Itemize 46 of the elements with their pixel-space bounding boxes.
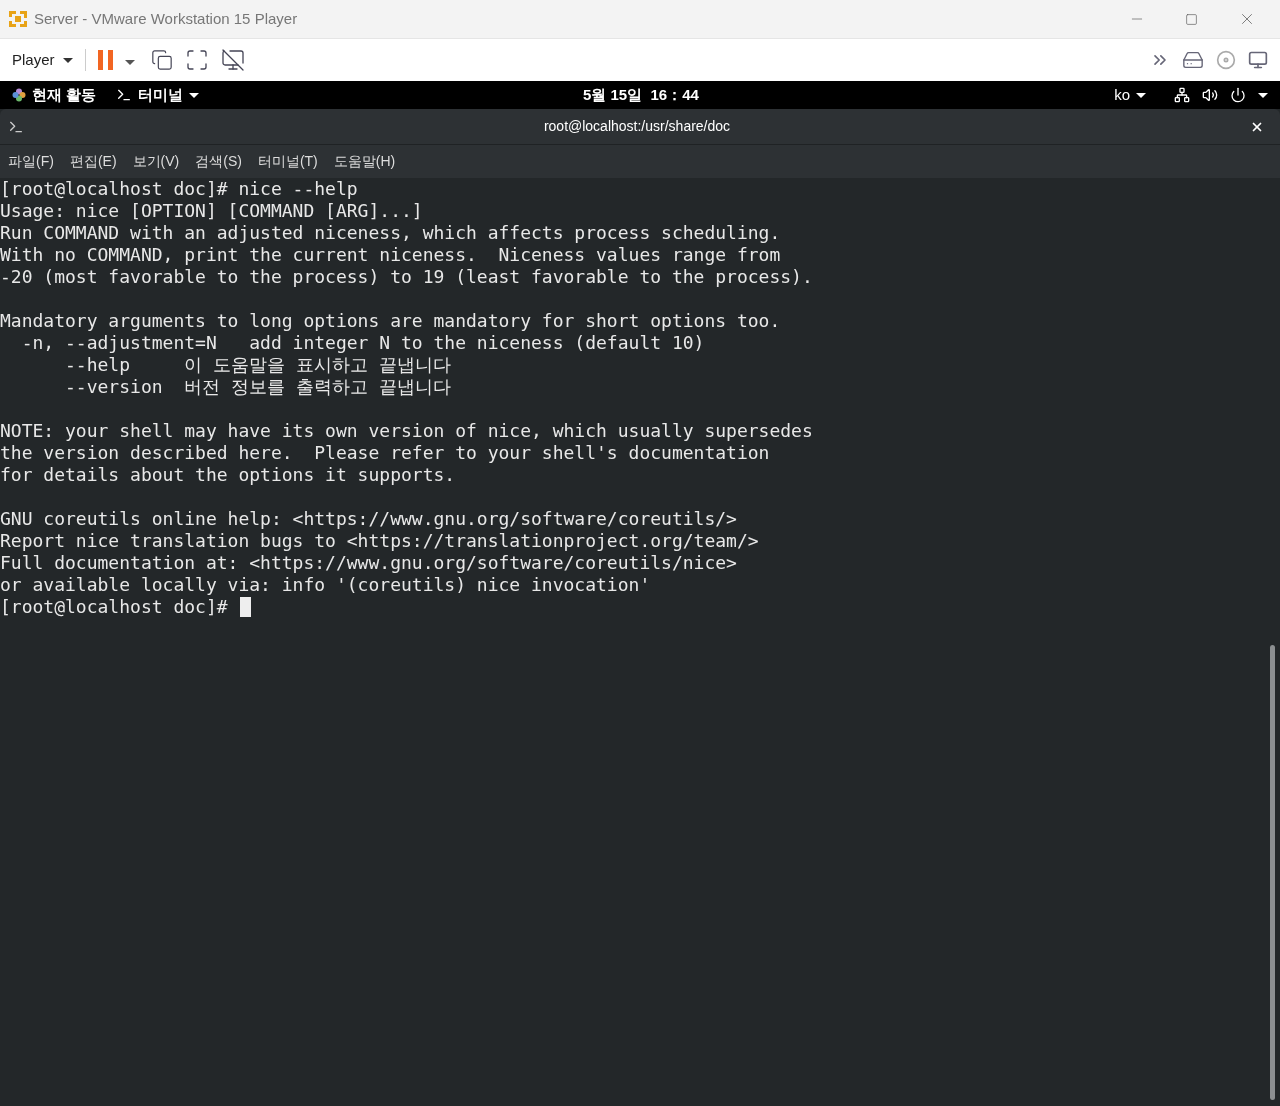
terminal-icon <box>116 87 133 103</box>
fullscreen-icon[interactable] <box>184 48 209 72</box>
menu-item[interactable]: 보기(V) <box>132 151 180 172</box>
terminal-line: GNU coreutils online help: <https://www.gnu.org/software/coreutils/> <box>0 508 737 530</box>
menu-item[interactable]: 도움말(H) <box>333 151 396 172</box>
terminal-line: [root@localhost doc]# nice --help <box>0 178 358 200</box>
terminal-title: root@localhost:/usr/share/doc <box>543 117 731 136</box>
terminal-line: Report nice translation bugs to <https://translationproject.org/team/> <box>0 530 759 552</box>
caret-icon <box>62 57 73 63</box>
terminal-line: Run COMMAND with an adjusted niceness, which affects process scheduling. <box>0 222 781 244</box>
flower-icon <box>12 88 26 102</box>
caret-icon <box>1136 92 1146 98</box>
menu-item[interactable]: 편집(E) <box>69 151 117 172</box>
hard-drive-icon[interactable] <box>1182 49 1204 71</box>
caret-icon <box>124 60 135 65</box>
scrollbar-thumb[interactable] <box>1270 645 1275 1100</box>
power-icon[interactable] <box>1230 87 1246 103</box>
player-menu-button[interactable]: Player <box>12 48 86 72</box>
input-method-button[interactable]: ko <box>1114 83 1146 107</box>
maximize-icon[interactable] <box>1185 12 1198 26</box>
app-logo-icon <box>8 9 28 29</box>
menu-item[interactable]: 파일(F) <box>8 151 54 172</box>
app-menu-button[interactable]: 터미널 <box>116 83 200 107</box>
menu-item[interactable]: 터미널(T) <box>257 151 318 172</box>
terminal-line: Full documentation at: <https://www.gnu.org/software/coreutils/nice> <box>0 552 737 574</box>
terminal-line: Usage: nice [OPTION] [COMMAND [ARG]...] <box>0 200 423 222</box>
terminal-line: NOTE: your shell may have its own version of nice, which usually supersedes <box>0 420 813 442</box>
clock[interactable]: 5월 15일 16：44 <box>583 83 699 107</box>
terminal-line: -20 (most favorable to the process) to 19 (least favorable to the process). <box>0 266 813 288</box>
volume-icon[interactable] <box>1202 87 1218 103</box>
terminal-line: or available locally via: info '(coreutils) nice invocation' <box>0 574 651 596</box>
terminal-line: [root@localhost doc]# <box>0 596 228 618</box>
network-icon[interactable] <box>1174 87 1190 103</box>
terminal-line: --version 버전 정보를 출력하고 끝냅니다 <box>64 376 451 398</box>
activities-button[interactable]: 현재 활동 <box>12 83 97 107</box>
terminal-line: -n, --adjustment=N add integer N to the niceness (default 10) <box>20 332 705 354</box>
terminal-line: Mandatory arguments to long options are mandatory for short options too. <box>0 310 781 332</box>
terminal-line: for details about the options it supports. <box>0 464 456 486</box>
terminal-line: --help 이 도움말을 표시하고 끝냅니다 <box>64 354 451 376</box>
caret-icon <box>1258 92 1268 98</box>
window-title: Server - VMware Workstation 15 Player <box>34 8 298 29</box>
pause-button[interactable] <box>97 50 113 70</box>
terminal-line: the version described here. Please refer to your shell's documentation <box>0 442 770 464</box>
terminal-line: With no COMMAND, print the current niceness. Niceness values range from <box>0 244 781 266</box>
menu-item[interactable]: 검색(S) <box>195 151 242 172</box>
caret-icon <box>189 92 200 98</box>
